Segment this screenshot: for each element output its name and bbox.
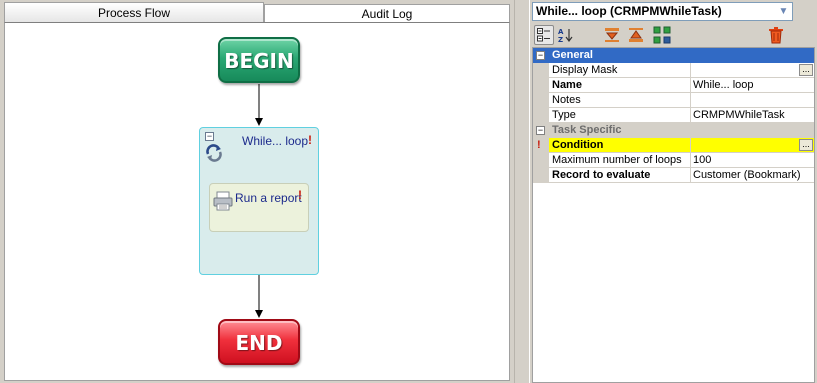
move-up-icon (629, 28, 643, 42)
property-value[interactable] (691, 138, 814, 153)
property-grid: − General Display Mask ... Name While...… (532, 47, 815, 383)
delete-button[interactable] (766, 25, 786, 45)
object-selector-value: While... loop (CRMPMWhileTask) (536, 4, 722, 18)
condition-ellipsis-button[interactable]: ... (799, 139, 813, 151)
tab-process-flow[interactable]: Process Flow (4, 2, 264, 22)
alphabetical-sort-icon: A Z (558, 28, 573, 43)
categorized-view-icon (537, 28, 550, 42)
property-name: Type (549, 108, 691, 123)
loop-warning-icon: ! (308, 133, 312, 147)
category-task-specific[interactable]: − Task Specific (533, 123, 814, 138)
property-row-name[interactable]: Name While... loop (533, 78, 814, 93)
properties-pane: While... loop (CRMPMWhileTask) ▼ A Z − G… (530, 0, 817, 383)
svg-text:Z: Z (558, 36, 563, 43)
run-report-node[interactable]: Run a report ! (209, 183, 309, 232)
pane-splitter[interactable] (514, 0, 530, 383)
add-items-button[interactable] (652, 25, 672, 45)
move-down-icon (605, 28, 619, 42)
task-label: Run a report (235, 191, 302, 205)
process-flow-pane: Process Flow Audit Log BEGIN − While... … (0, 0, 514, 383)
property-row-notes[interactable]: Notes (533, 93, 814, 108)
begin-node[interactable]: BEGIN (218, 37, 300, 83)
add-items-icon (653, 26, 671, 44)
property-value[interactable]: CRMPMWhileTask (691, 108, 814, 123)
display-mask-ellipsis-button[interactable]: ... (799, 64, 813, 76)
property-row-max-loops[interactable]: Maximum number of loops 100 (533, 153, 814, 168)
move-down-button[interactable] (602, 25, 622, 45)
tab-audit-log[interactable]: Audit Log (264, 4, 510, 22)
loop-title: While... loop (242, 134, 309, 148)
while-loop-node[interactable]: − While... loop ! Run a report ! (199, 127, 319, 275)
property-name: Display Mask (549, 63, 691, 78)
printer-icon (212, 190, 234, 215)
property-toolbar: A Z (532, 24, 815, 46)
property-value[interactable]: 100 (691, 153, 814, 168)
property-value[interactable]: While... loop (691, 78, 814, 93)
property-name: Name (549, 78, 691, 93)
condition-warning-icon: ! (537, 139, 541, 151)
property-value[interactable] (691, 63, 814, 78)
property-row-display-mask[interactable]: Display Mask ... (533, 63, 814, 78)
move-up-button[interactable] (626, 25, 646, 45)
property-name: Condition (549, 138, 691, 153)
property-row-type[interactable]: Type CRMPMWhileTask (533, 108, 814, 123)
property-row-record-to-evaluate[interactable]: Record to evaluate Customer (Bookmark) (533, 168, 814, 183)
svg-text:A: A (558, 28, 564, 36)
property-name: Record to evaluate (549, 168, 691, 183)
object-selector[interactable]: While... loop (CRMPMWhileTask) ▼ (532, 2, 793, 21)
property-value[interactable] (691, 93, 814, 108)
category-label: Task Specific (549, 123, 814, 138)
property-name: Maximum number of loops (549, 153, 691, 168)
flow-canvas[interactable]: BEGIN − While... loop ! Run a report ! E… (4, 22, 510, 381)
property-name: Notes (549, 93, 691, 108)
alphabetical-sort-button[interactable]: A Z (556, 25, 576, 45)
category-label: General (549, 48, 814, 63)
task-warning-icon: ! (298, 188, 302, 202)
property-value[interactable]: Customer (Bookmark) (691, 168, 814, 183)
chevron-down-icon[interactable]: ▼ (776, 4, 791, 19)
trash-icon (769, 27, 783, 44)
collapse-general-icon[interactable]: − (536, 51, 545, 60)
loop-collapse-button[interactable]: − (205, 132, 214, 141)
property-row-condition[interactable]: ! Condition ... (533, 138, 814, 153)
loop-cycle-icon (204, 143, 224, 166)
categorized-view-button[interactable] (534, 25, 554, 45)
category-general[interactable]: − General (533, 48, 814, 63)
collapse-task-specific-icon[interactable]: − (536, 126, 545, 135)
end-node[interactable]: END (218, 319, 300, 365)
